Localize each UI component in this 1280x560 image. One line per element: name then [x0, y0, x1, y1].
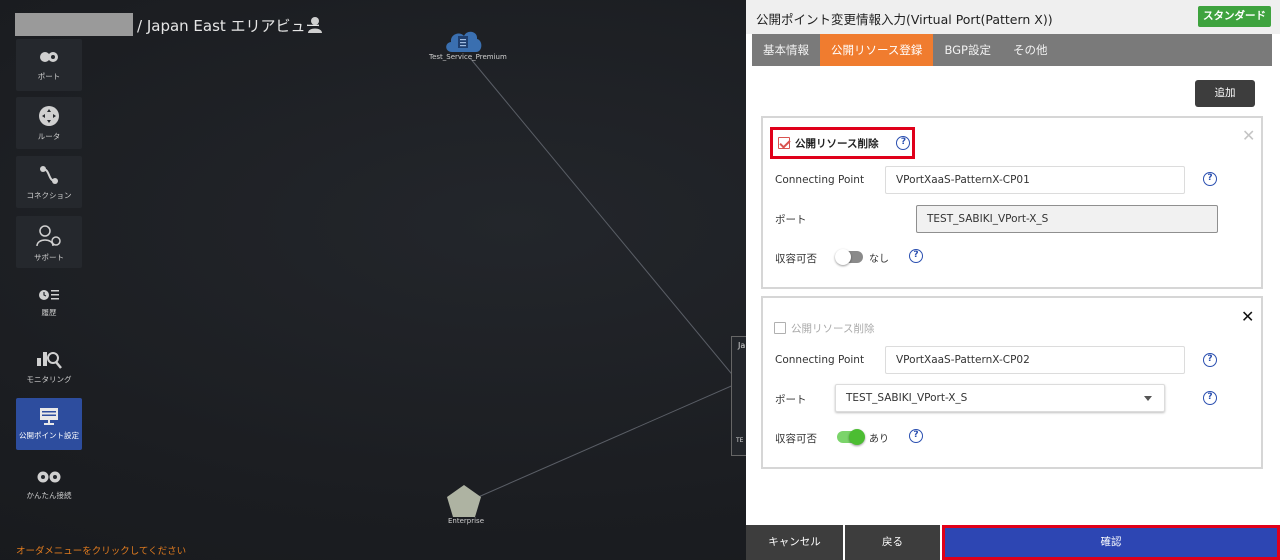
back-button[interactable]: 戻る — [845, 525, 940, 560]
menu-label: モニタリング — [26, 375, 72, 384]
connecting-point-input[interactable]: VPortXaaS-PatternX-CP01 — [885, 166, 1185, 194]
help-icon[interactable]: ? — [896, 136, 911, 150]
menu-item-history[interactable]: 履歴 — [16, 279, 82, 331]
order-menu-hint: オーダメニューをクリックしてください — [16, 546, 187, 557]
connecting-point-label: Connecting Point — [775, 174, 865, 186]
cloud-icon[interactable] — [443, 26, 483, 54]
enterprise-node-icon[interactable] — [446, 484, 482, 518]
support-icon — [36, 225, 61, 247]
accept-state-text: あり — [869, 434, 889, 445]
menu-item-public-point[interactable]: 公開ポイント設定 — [16, 398, 82, 450]
monitor-icon — [40, 408, 58, 425]
port-label: ポート — [775, 214, 807, 226]
menu-label: サポート — [34, 253, 64, 262]
service-node-label: Test_Service_Premium — [429, 53, 507, 61]
menu-label: ポート — [37, 72, 61, 81]
port-select-value: TEST_SABIKI_VPort-X_S — [846, 392, 968, 404]
user-icon[interactable] — [307, 16, 323, 33]
chevron-down-icon — [1144, 396, 1152, 401]
partial-node-label: Ja — [738, 341, 746, 350]
help-icon[interactable]: ? — [1203, 391, 1217, 405]
menu-item-support[interactable]: サポート — [16, 216, 82, 268]
port-label: ポート — [775, 394, 807, 406]
connecting-point-input[interactable]: VPortXaaS-PatternX-CP02 — [885, 346, 1185, 374]
history-icon — [39, 290, 59, 300]
port-icon — [40, 52, 58, 62]
accept-toggle[interactable] — [837, 429, 865, 445]
resource-card: 公開リソース削除 ✕ Connecting Point VPortXaaS-Pa… — [761, 296, 1263, 469]
help-icon[interactable]: ? — [1203, 172, 1217, 186]
panel-title: 公開ポイント変更情報入力(Virtual Port(Pattern X)) — [756, 12, 1053, 27]
menu-label: 履歴 — [41, 308, 57, 317]
panel-header: 公開ポイント変更情報入力(Virtual Port(Pattern X)) スタ… — [746, 0, 1280, 34]
menu-label: コネクション — [26, 191, 72, 200]
accept-toggle[interactable] — [835, 249, 863, 265]
masked-tenant-name — [15, 13, 133, 36]
add-button[interactable]: 追加 — [1195, 80, 1255, 107]
help-icon[interactable]: ? — [1203, 353, 1217, 367]
accept-label: 収容可否 — [775, 433, 817, 445]
delete-resource-checkbox[interactable] — [778, 137, 790, 149]
confirm-button[interactable]: 確認 — [942, 525, 1280, 560]
delete-resource-row: 公開リソース削除 — [774, 319, 874, 337]
accept-state-text: なし — [869, 254, 889, 265]
partial-node-sublabel: TE — [736, 437, 744, 444]
router-icon — [39, 106, 59, 126]
resource-card: 公開リソース削除 ? ✕ Connecting Point VPortXaaS-… — [761, 116, 1263, 289]
accept-label: 収容可否 — [775, 253, 817, 265]
delete-resource-label: 公開リソース削除 — [795, 137, 879, 150]
help-icon[interactable]: ? — [909, 429, 923, 443]
menu-item-connection[interactable]: コネクション — [16, 156, 82, 208]
tab-basic-info[interactable]: 基本情報 — [752, 34, 820, 66]
connection-line — [469, 57, 746, 391]
close-icon[interactable]: ✕ — [1241, 307, 1254, 326]
close-icon[interactable]: ✕ — [1242, 126, 1255, 145]
connection-line — [475, 379, 746, 499]
plan-badge: スタンダード — [1198, 6, 1271, 27]
connecting-point-label: Connecting Point — [775, 354, 865, 366]
easy-connect-icon — [37, 471, 61, 483]
delete-resource-checkbox[interactable] — [774, 322, 786, 334]
delete-resource-row: 公開リソース削除 ? — [770, 127, 915, 159]
port-readonly-field: TEST_SABIKI_VPort-X_S — [916, 205, 1218, 233]
tab-public-resource[interactable]: 公開リソース登録 — [820, 34, 934, 66]
topology-lines — [469, 57, 746, 499]
menu-label: 公開ポイント設定 — [19, 431, 79, 440]
connection-icon — [40, 166, 58, 184]
tab-bgp[interactable]: BGP設定 — [933, 34, 1002, 66]
area-title: / Japan East エリアビュー — [137, 17, 321, 35]
delete-resource-label: 公開リソース削除 — [791, 322, 875, 335]
tab-other[interactable]: その他 — [1002, 34, 1059, 66]
menu-label: ルータ — [37, 132, 61, 141]
menu-label: かんたん接続 — [26, 491, 72, 500]
monitoring-icon — [37, 352, 62, 369]
menu-item-easy-connect[interactable]: かんたん接続 — [16, 460, 82, 512]
menu-item-port[interactable]: ポート — [16, 39, 82, 91]
menu-item-monitoring[interactable]: モニタリング — [16, 338, 82, 390]
port-select[interactable]: TEST_SABIKI_VPort-X_S — [835, 384, 1165, 412]
public-point-panel: 公開ポイント変更情報入力(Virtual Port(Pattern X)) スタ… — [746, 0, 1280, 560]
help-icon[interactable]: ? — [909, 249, 923, 263]
enterprise-node-label: Enterprise — [448, 517, 485, 525]
tab-bar: 基本情報 公開リソース登録 BGP設定 その他 — [752, 34, 1272, 66]
menu-item-router[interactable]: ルータ — [16, 97, 82, 149]
cancel-button[interactable]: キャンセル — [746, 525, 843, 560]
area-view: / Japan East エリアビュー ポート ルータ コネクション サポート — [0, 0, 1280, 560]
